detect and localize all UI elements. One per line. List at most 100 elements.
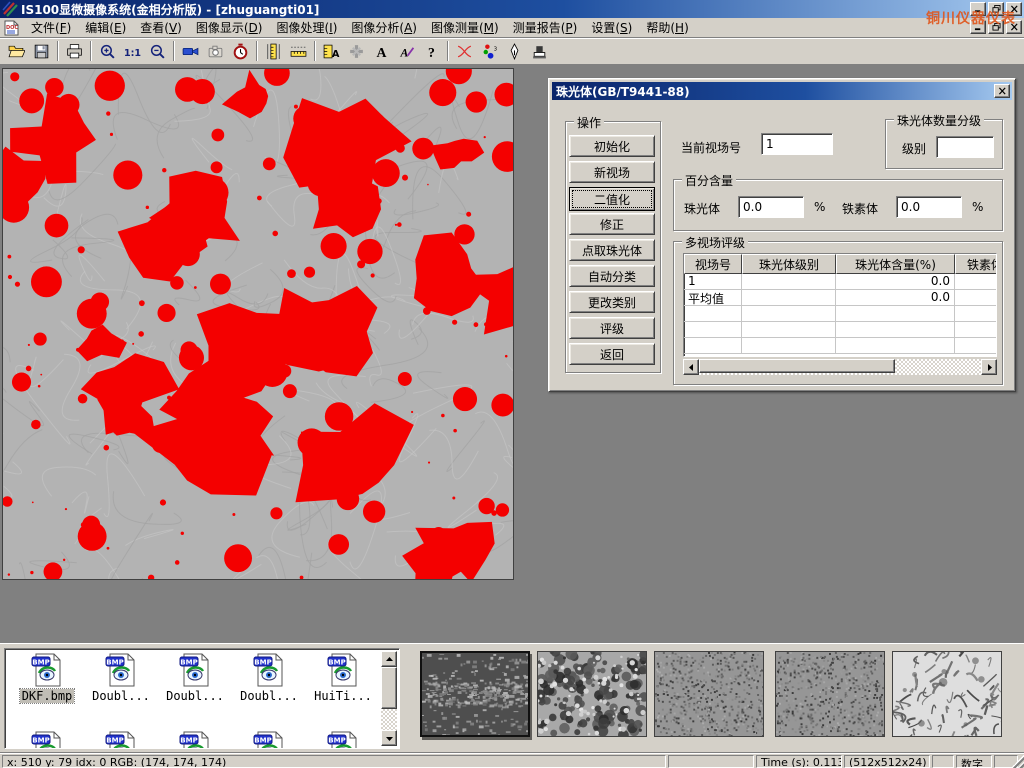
file-item-row2-5[interactable]: BMP [307, 731, 379, 749]
file-item-3[interactable]: BMPDoubl... [159, 653, 231, 703]
scroll-up-button[interactable] [381, 651, 397, 667]
zoom-out-icon[interactable] [145, 40, 170, 63]
table-cell [836, 322, 955, 338]
color-dots-icon[interactable]: 3 [477, 40, 502, 63]
table-row[interactable] [684, 322, 996, 338]
caliper-icon[interactable] [261, 40, 286, 63]
level-label: 级别 [902, 140, 926, 157]
file-item-row2-4[interactable]: BMP [233, 731, 305, 749]
menu-item-1[interactable]: 文件(F) [24, 19, 78, 37]
svg-text:3: 3 [494, 46, 497, 52]
table-row[interactable]: 平均值0.0 [684, 290, 996, 306]
micrograph-image[interactable] [2, 68, 514, 580]
dialog-button-8[interactable]: 评级 [569, 317, 655, 339]
svg-text:BMP: BMP [254, 737, 271, 745]
open-icon[interactable] [4, 40, 29, 63]
file-item-2[interactable]: BMPDoubl... [85, 653, 157, 703]
camera-icon[interactable] [203, 40, 228, 63]
table-row[interactable] [684, 338, 996, 354]
current-field-input[interactable]: 1 [761, 133, 833, 155]
table-row[interactable] [684, 306, 996, 322]
vscroll-thumb[interactable] [381, 667, 397, 709]
pen-icon[interactable] [502, 40, 527, 63]
table-row[interactable]: 10.0 [684, 274, 996, 290]
status-panel-4: (512x512x24) [844, 755, 930, 768]
table-cell: 1 [684, 274, 742, 290]
resize-grip[interactable] [1011, 755, 1024, 768]
multifield-table[interactable]: 视场号珠光体级别珠光体含量(%)铁素体10.0平均值0.0 [683, 253, 997, 357]
scroll-right-button[interactable] [981, 359, 997, 375]
file-item-1[interactable]: BMPDKF.bmp [11, 653, 83, 703]
font-icon[interactable]: A [369, 40, 394, 63]
ferrite-input[interactable]: 0.0 [896, 196, 962, 218]
menu-item-4[interactable]: 图像显示(D) [189, 19, 270, 37]
file-item-5[interactable]: BMPHuiTi... [307, 653, 379, 703]
hscroll-thumb[interactable] [699, 359, 895, 373]
file-list-vscrollbar[interactable] [381, 651, 397, 746]
timer-icon[interactable] [228, 40, 253, 63]
menu-item-9[interactable]: 设置(S) [584, 19, 639, 37]
measure-text-icon[interactable]: A [319, 40, 344, 63]
grid-icon[interactable] [344, 40, 369, 63]
scroll-down-button[interactable] [381, 730, 397, 746]
multifield-group-label: 多视场评级 [682, 234, 748, 251]
menu-item-2[interactable]: 编辑(E) [78, 19, 133, 37]
dialog-button-4[interactable]: 修正 [569, 213, 655, 235]
menu-item-8[interactable]: 测量报告(P) [506, 19, 585, 37]
svg-text:BMP: BMP [180, 737, 197, 745]
file-item-row2-1[interactable]: BMP [11, 731, 83, 749]
file-listbox[interactable]: BMPBMPBMPBMPBMPBMPHuiTi...BMPDoubl...BMP… [4, 648, 400, 749]
dialog-title-bar[interactable]: 珠光体(GB/T9441-88) [552, 82, 1012, 100]
table-cell [684, 338, 742, 354]
status-bar: x: 510 y: 79 idx: 0 RGB: (174, 174, 174)… [0, 752, 1024, 768]
menu-item-7[interactable]: 图像测量(M) [424, 19, 506, 37]
table-column-header[interactable]: 珠光体含量(%) [836, 254, 955, 274]
thumbnail-3[interactable] [654, 651, 764, 737]
text-style-icon[interactable]: A [394, 40, 419, 63]
actual-size-icon[interactable]: 1:1 [120, 40, 145, 63]
table-cell [742, 274, 836, 290]
file-item-row2-2[interactable]: BMP [85, 731, 157, 749]
bmp-file-icon: BMP [178, 731, 212, 749]
file-panel: BMPBMPBMPBMPBMPBMPHuiTi...BMPDoubl...BMP… [0, 643, 1024, 752]
menu-item-3[interactable]: 查看(V) [133, 19, 189, 37]
dialog-button-7[interactable]: 更改类别 [569, 291, 655, 313]
toolbar: 1:1AAA?3 [0, 38, 1024, 65]
level-input[interactable] [936, 136, 994, 158]
dialog-button-5[interactable]: 点取珠光体 [569, 239, 655, 261]
file-item-row2-3[interactable]: BMP [159, 731, 231, 749]
table-column-header[interactable]: 珠光体级别 [742, 254, 836, 274]
video-camera-icon[interactable] [178, 40, 203, 63]
zoom-in-icon[interactable] [95, 40, 120, 63]
toolbar-separator [90, 41, 92, 61]
curve-icon[interactable] [452, 40, 477, 63]
table-column-header[interactable]: 视场号 [684, 254, 742, 274]
thumbnail-1[interactable] [420, 651, 530, 737]
table-hscrollbar[interactable] [683, 359, 997, 375]
thumbnail-4[interactable] [775, 651, 885, 737]
operation-group-label: 操作 [574, 114, 604, 131]
dialog-button-1[interactable]: 初始化 [569, 135, 655, 157]
dialog-close-button[interactable] [994, 84, 1010, 98]
hscroll-track[interactable] [699, 359, 981, 375]
file-name: Doubl... [90, 689, 152, 703]
dialog-button-6[interactable]: 自动分类 [569, 265, 655, 287]
dialog-button-9[interactable]: 返回 [569, 343, 655, 365]
print-icon[interactable] [62, 40, 87, 63]
dialog-button-2[interactable]: 新视场 [569, 161, 655, 183]
save-icon[interactable] [29, 40, 54, 63]
thumbnail-2[interactable] [537, 651, 647, 737]
scroll-left-button[interactable] [683, 359, 699, 375]
menu-item-5[interactable]: 图像处理(I) [269, 19, 344, 37]
file-item-4[interactable]: BMPDoubl... [233, 653, 305, 703]
thumbnail-5[interactable] [892, 651, 1002, 737]
brush-icon[interactable] [527, 40, 552, 63]
document-icon[interactable]: DOC [3, 20, 20, 36]
menu-item-10[interactable]: 帮助(H) [639, 19, 695, 37]
menu-item-6[interactable]: 图像分析(A) [344, 19, 424, 37]
ruler-icon[interactable] [286, 40, 311, 63]
help-icon[interactable]: ? [419, 40, 444, 63]
table-column-header[interactable]: 铁素体 [955, 254, 997, 274]
pearlite-input[interactable]: 0.0 [738, 196, 804, 218]
dialog-button-3[interactable]: 二值化 [569, 187, 655, 211]
